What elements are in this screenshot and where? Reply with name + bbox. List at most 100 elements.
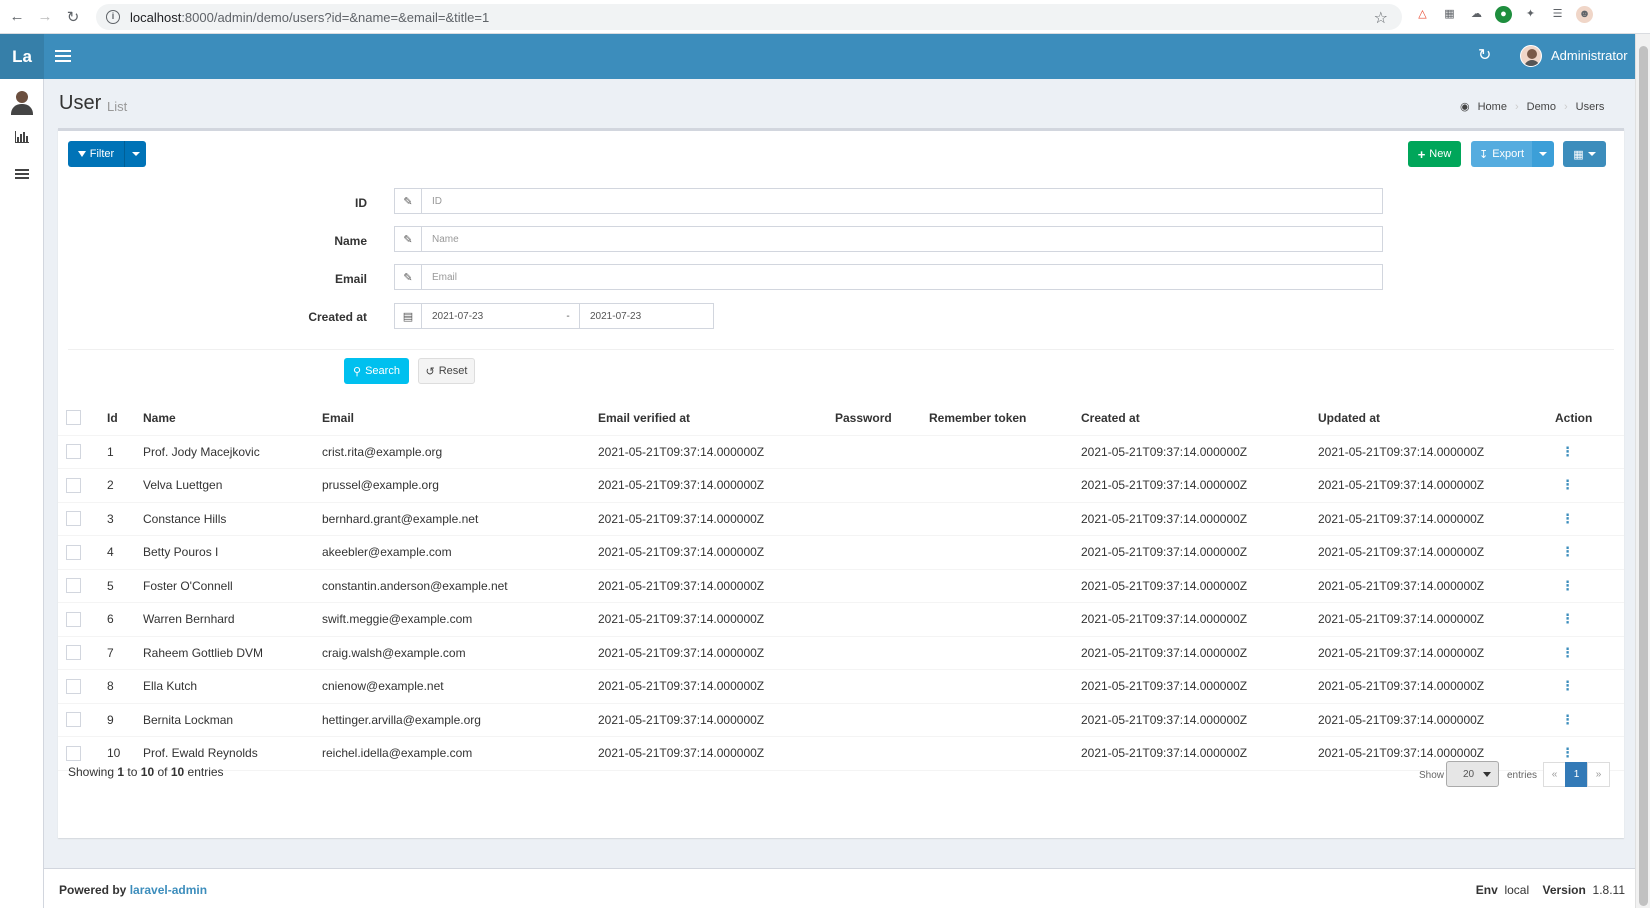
cell-password [835,569,929,603]
select-all-checkbox[interactable] [66,410,81,426]
cell-updated-at: 2021-05-21T09:37:14.000000Z [1318,636,1555,670]
filter-created-to[interactable]: 2021-07-23 [579,303,714,329]
column-header[interactable]: Id [107,401,143,436]
row-checkbox[interactable] [66,444,81,460]
search-button[interactable]: ⚲ Search [344,358,409,384]
address-bar[interactable]: i localhost:8000/admin/demo/users?id=&na… [96,4,1402,30]
prev-page-button[interactable]: « [1543,762,1566,787]
logo[interactable]: La [0,34,44,79]
row-checkbox[interactable] [66,678,81,694]
row-checkbox[interactable] [66,712,81,728]
filter-email-input[interactable]: Email [421,264,1383,290]
row-checkbox[interactable] [66,544,81,560]
export-button[interactable]: ↧ Export [1471,141,1532,167]
row-actions-icon[interactable]: ⋮ [1555,544,1574,559]
table-row: 8 Ella Kutch cnienow@example.net 2021-05-21… [58,669,1624,704]
table-row: 7 Raheem Gottlieb DVM craig.walsh@example.… [58,636,1624,670]
row-actions-icon[interactable]: ⋮ [1555,477,1574,492]
cell-email-verified-at: 2021-05-21T09:37:14.000000Z [598,736,835,771]
column-header[interactable]: Remember token [929,401,1081,436]
row-actions-icon[interactable]: ⋮ [1555,611,1574,626]
row-checkbox[interactable] [66,611,81,627]
column-header[interactable]: Name [143,401,322,436]
cell-remember-token [929,636,1081,670]
user-menu[interactable]: Administrator [1551,48,1628,63]
cell-updated-at: 2021-05-21T09:37:14.000000Z [1318,602,1555,637]
filter-id-input[interactable]: ID [421,188,1383,214]
cell-id: 1 [107,435,143,469]
cell-updated-at: 2021-05-21T09:37:14.000000Z [1318,703,1555,737]
info-icon[interactable]: i [106,10,120,24]
column-header[interactable]: Updated at [1318,401,1555,436]
reset-button[interactable]: ↺ Reset [418,358,475,384]
dashboard-chart-icon[interactable] [15,131,29,143]
table-row: 6 Warren Bernhard swift.meggie@example.com… [58,602,1624,637]
cell-id: 5 [107,569,143,603]
new-button[interactable]: + New [1408,141,1461,167]
cell-email-verified-at: 2021-05-21T09:37:14.000000Z [598,703,835,737]
extension-icon[interactable]: △ [1414,6,1431,23]
filter-created-from[interactable]: 2021-07-23 [421,303,557,329]
next-page-button[interactable]: » [1587,762,1610,787]
row-checkbox[interactable] [66,511,81,527]
column-header[interactable]: Password [835,401,929,436]
row-actions-icon[interactable]: ⋮ [1555,578,1574,593]
qr-code-icon[interactable]: ▦ [1441,6,1458,23]
forward-icon[interactable]: → [34,6,56,28]
per-page-select[interactable]: 20 [1446,761,1499,787]
powered-by-text: Powered by laravel-admin [59,883,208,897]
puzzle-icon[interactable]: ✦ [1522,6,1539,23]
page-button-current[interactable]: 1 [1565,762,1588,787]
footer: Powered by laravel-admin Env local Versi… [44,868,1635,908]
cell-password [835,435,929,469]
sidebar-toggle-icon[interactable] [55,47,71,65]
breadcrumb-home[interactable]: Home [1478,101,1507,113]
laravel-admin-link[interactable]: laravel-admin [130,883,207,897]
cell-email-verified-at: 2021-05-21T09:37:14.000000Z [598,669,835,704]
reset-label: Reset [438,365,468,377]
breadcrumb-demo[interactable]: Demo [1527,101,1556,113]
reload-icon[interactable]: ↻ [62,6,84,28]
bookmark-star-icon[interactable]: ☆ [1374,8,1388,28]
list-icon[interactable] [15,169,29,181]
cell-created-at: 2021-05-21T09:37:14.000000Z [1081,435,1318,469]
export-label: Export [1492,148,1524,160]
row-actions-icon[interactable]: ⋮ [1555,511,1574,526]
extension-icon[interactable]: ☁ [1468,6,1485,23]
sidebar-avatar[interactable] [10,89,34,115]
reading-list-icon[interactable]: ☰ [1549,6,1566,23]
cell-created-at: 2021-05-21T09:37:14.000000Z [1081,669,1318,704]
row-checkbox[interactable] [66,578,81,594]
caret-down-icon [1539,152,1547,156]
cell-id: 4 [107,535,143,570]
column-selector-button[interactable]: ▦ [1563,141,1606,167]
row-actions-icon[interactable]: ⋮ [1555,444,1574,459]
row-checkbox[interactable] [66,477,81,493]
column-header[interactable]: Email [322,401,598,436]
row-checkbox[interactable] [66,645,81,661]
filter-name-input[interactable]: Name [421,226,1383,252]
filter-button[interactable]: Filter [68,141,124,167]
row-actions-icon[interactable]: ⋮ [1555,645,1574,660]
back-icon[interactable]: ← [6,6,28,28]
cell-remember-token [929,435,1081,469]
user-avatar[interactable] [1520,45,1542,67]
page-scrollbar[interactable] [1635,34,1650,908]
column-header[interactable]: Email verified at [598,401,835,436]
export-dropdown-button[interactable] [1532,141,1554,167]
row-checkbox[interactable] [66,745,81,761]
cell-created-at: 2021-05-21T09:37:14.000000Z [1081,736,1318,771]
cell-password [835,502,929,536]
row-actions-icon[interactable]: ⋮ [1555,745,1574,760]
cell-password [835,468,929,503]
filter-dropdown-button[interactable] [124,141,146,167]
refresh-icon[interactable]: ↻ [1478,45,1491,65]
cell-updated-at: 2021-05-21T09:37:14.000000Z [1318,669,1555,704]
profile-avatar-icon[interactable]: ☻ [1576,6,1593,23]
plus-icon: + [1417,146,1426,162]
row-actions-icon[interactable]: ⋮ [1555,678,1574,693]
cell-name: Prof. Jody Macejkovic [143,435,322,469]
extension-icon[interactable]: ● [1495,6,1512,23]
row-actions-icon[interactable]: ⋮ [1555,712,1574,727]
column-header[interactable]: Created at [1081,401,1318,436]
